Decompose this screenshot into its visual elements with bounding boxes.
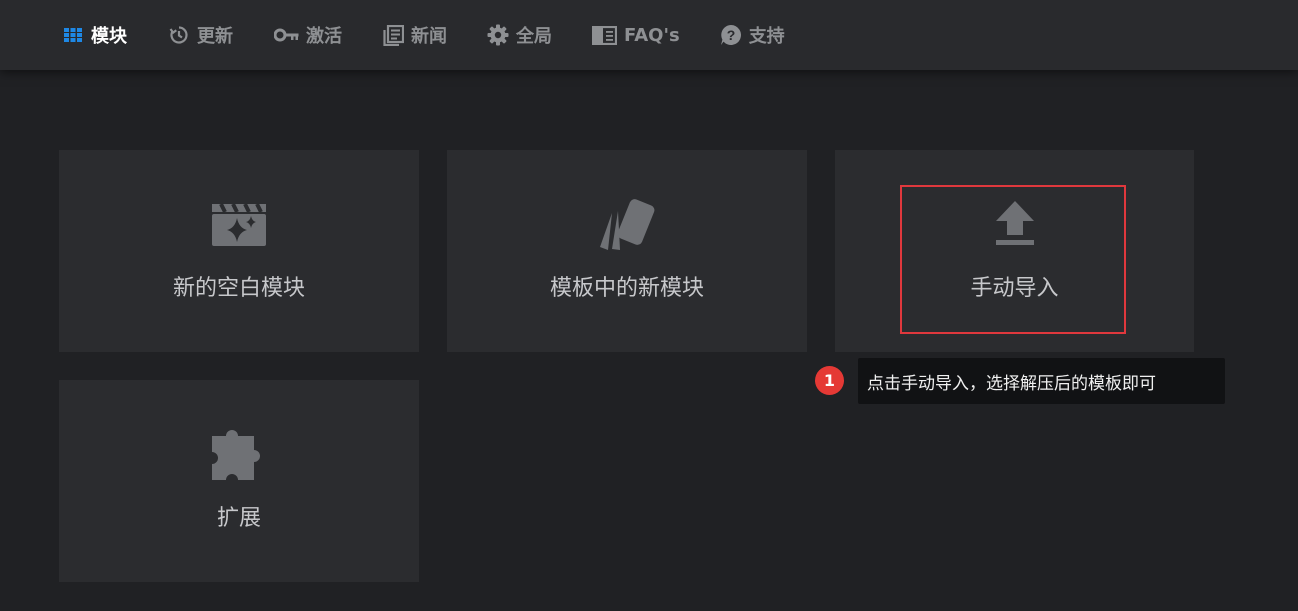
key-icon	[273, 24, 299, 46]
nav-support[interactable]: ? 支持	[720, 0, 785, 70]
card-extensions-label: 扩展	[216, 506, 261, 531]
book-icon	[592, 24, 617, 46]
help-icon: ?	[720, 24, 742, 46]
nav-updates[interactable]: 更新	[168, 0, 233, 70]
gear-icon	[487, 24, 509, 46]
svg-text:?: ?	[726, 27, 735, 43]
nav-activation[interactable]: 激活	[273, 0, 342, 70]
clapperboard-sparkle-icon	[59, 200, 419, 248]
template-cards-icon	[447, 195, 807, 255]
nav-updates-label: 更新	[197, 26, 233, 47]
grid-icon	[62, 24, 84, 46]
card-extensions[interactable]: 扩展	[59, 380, 419, 582]
import-highlight-box	[900, 185, 1126, 334]
puzzle-icon	[59, 422, 419, 484]
nav-global-label: 全局	[516, 26, 552, 47]
card-new-blank-module[interactable]: 新的空白模块	[59, 150, 419, 352]
nav-global[interactable]: 全局	[487, 0, 552, 70]
nav-news-label: 新闻	[411, 26, 447, 47]
instruction-tooltip-text: 点击手动导入，选择解压后的模板即可	[867, 373, 1156, 394]
history-icon	[168, 24, 190, 46]
nav-support-label: 支持	[748, 26, 785, 47]
card-new-from-template[interactable]: 模板中的新模块	[447, 150, 807, 352]
instruction-tooltip: 点击手动导入，选择解压后的模板即可	[858, 358, 1225, 404]
card-new-from-template-label: 模板中的新模块	[549, 276, 704, 301]
main-nav: 模块 更新 激活 新闻 全局 FAQ's ? 支持	[62, 0, 785, 70]
nav-modules[interactable]: 模块	[62, 0, 127, 70]
top-navigation-bar: 模块 更新 激活 新闻 全局 FAQ's ? 支持	[0, 0, 1298, 70]
step-number-badge: 1	[815, 366, 844, 395]
nav-modules-label: 模块	[91, 26, 127, 47]
card-new-blank-module-label: 新的空白模块	[172, 276, 305, 301]
nav-faq[interactable]: FAQ's	[592, 0, 680, 70]
nav-faq-label: FAQ's	[624, 24, 680, 46]
news-icon	[382, 24, 404, 46]
nav-activation-label: 激活	[306, 26, 342, 47]
nav-news[interactable]: 新闻	[382, 0, 447, 70]
